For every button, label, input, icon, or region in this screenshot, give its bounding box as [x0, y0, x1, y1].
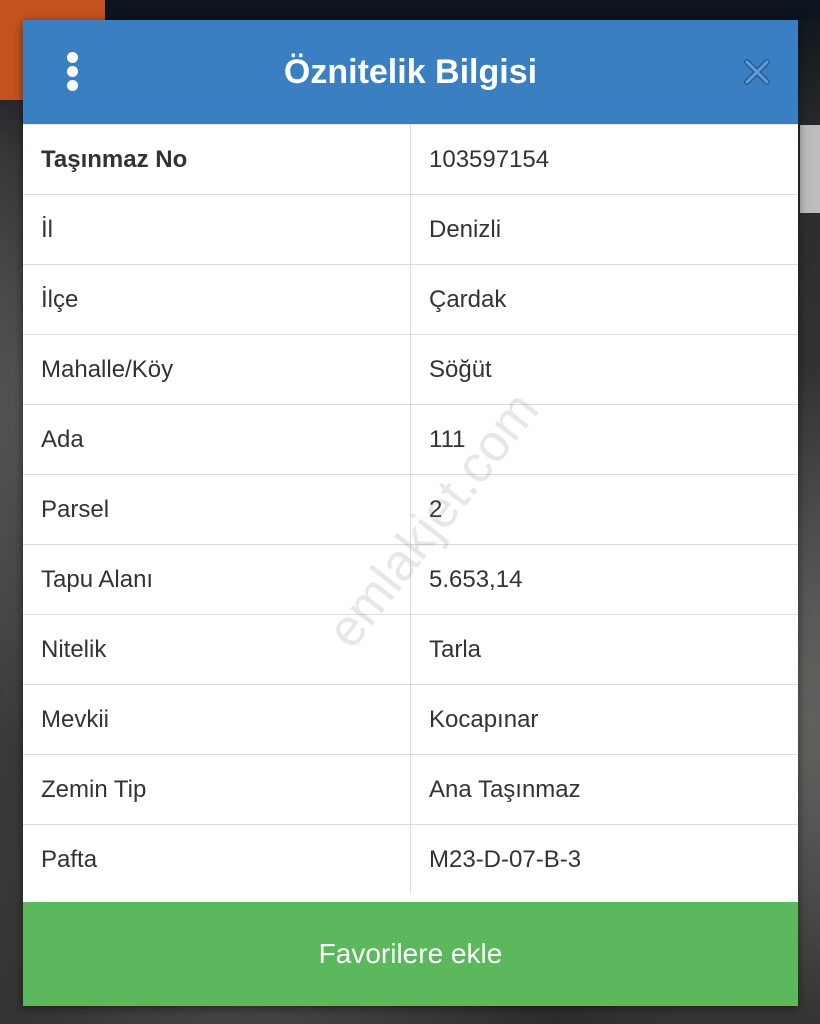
table-row: Taşınmaz No 103597154 — [23, 124, 798, 194]
table-row: Mevkii Kocapınar — [23, 684, 798, 754]
table-row: Mahalle/Köy Söğüt — [23, 334, 798, 404]
attribute-value: 111 — [429, 425, 466, 453]
close-icon[interactable] — [741, 56, 773, 88]
table-row: Zemin Tip Ana Taşınmaz — [23, 754, 798, 824]
scrollbar[interactable] — [800, 125, 820, 213]
table-row: Pafta M23-D-07-B-3 — [23, 824, 798, 894]
attribute-key: Mahalle/Köy — [23, 335, 411, 404]
dialog-title: Öznitelik Bilgisi — [283, 53, 538, 91]
table-row: Parsel 2 — [23, 474, 798, 544]
background-bar — [105, 0, 820, 20]
dialog-header: Öznitelik Bilgisi — [23, 20, 798, 124]
attribute-value: Kocapınar — [429, 705, 539, 733]
attribute-table: Taşınmaz No 103597154 İl Denizli İlçe Ça… — [23, 124, 798, 894]
attribute-key: Ada — [23, 405, 411, 474]
attribute-key: Mevkii — [23, 685, 411, 754]
attribute-value: Söğüt — [429, 355, 492, 383]
attribute-value: Denizli — [429, 215, 502, 243]
add-to-favorites-button[interactable]: Favorilere ekle — [23, 902, 798, 1006]
attribute-key: Zemin Tip — [23, 755, 411, 824]
attribute-key: İl — [23, 195, 411, 264]
attribute-info-dialog: Öznitelik Bilgisi Taşınmaz No 103597154 … — [23, 20, 798, 1006]
attribute-key: Nitelik — [23, 615, 411, 684]
table-row: İl Denizli — [23, 194, 798, 264]
kebab-menu-icon[interactable] — [61, 52, 85, 92]
attribute-value: 5.653,14 — [429, 565, 523, 593]
attribute-key: İlçe — [23, 265, 411, 334]
attribute-key: Pafta — [23, 825, 411, 894]
attribute-value: Tarla — [429, 635, 482, 663]
attribute-key: Parsel — [23, 475, 411, 544]
attribute-value: 2 — [429, 495, 443, 523]
table-row: İlçe Çardak — [23, 264, 798, 334]
attribute-key: Taşınmaz No — [23, 125, 411, 194]
attribute-value: M23-D-07-B-3 — [429, 845, 582, 873]
attribute-value: 103597154 — [429, 145, 550, 173]
attribute-value: Ana Taşınmaz — [429, 775, 581, 803]
table-row: Ada 111 — [23, 404, 798, 474]
table-row: Nitelik Tarla — [23, 614, 798, 684]
attribute-key: Tapu Alanı — [23, 545, 411, 614]
attribute-value: Çardak — [429, 285, 507, 313]
table-row: Tapu Alanı 5.653,14 — [23, 544, 798, 614]
